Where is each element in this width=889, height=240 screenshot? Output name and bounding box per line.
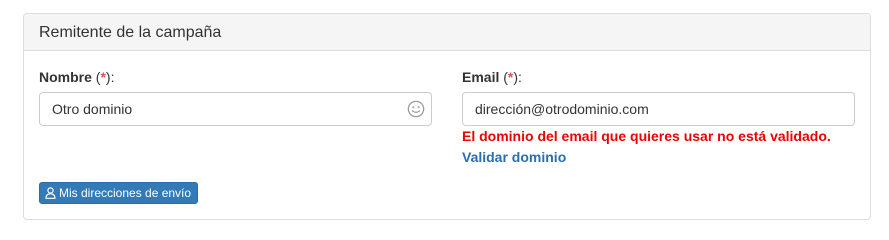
email-input-value: dirección@otrodominio.com xyxy=(475,101,649,117)
email-label-text: Email xyxy=(462,69,500,85)
email-input[interactable]: dirección@otrodominio.com xyxy=(462,92,855,126)
nombre-label: Nombre (*): xyxy=(39,69,114,85)
nombre-label-text: Nombre xyxy=(39,69,92,85)
email-required-close: ): xyxy=(513,69,522,85)
user-icon xyxy=(45,187,56,199)
validate-domain-link[interactable]: Validar dominio xyxy=(462,149,566,165)
nombre-input-value: Otro dominio xyxy=(52,101,133,117)
nombre-required-close: ): xyxy=(105,69,115,85)
my-sender-addresses-button[interactable]: Mis direcciones de envío xyxy=(39,182,199,204)
nombre-input[interactable]: Otro dominio xyxy=(39,92,432,126)
campaign-sender-panel: Remitente de la campaña Nombre (*): Otro… xyxy=(23,13,871,220)
emoji-smile-icon[interactable] xyxy=(407,100,425,118)
panel-title: Remitente de la campaña xyxy=(24,14,870,51)
my-sender-addresses-label: Mis direcciones de envío xyxy=(59,186,192,200)
email-error-message: El dominio del email que quieres usar no… xyxy=(462,128,831,144)
email-label: Email (*): xyxy=(462,69,522,85)
